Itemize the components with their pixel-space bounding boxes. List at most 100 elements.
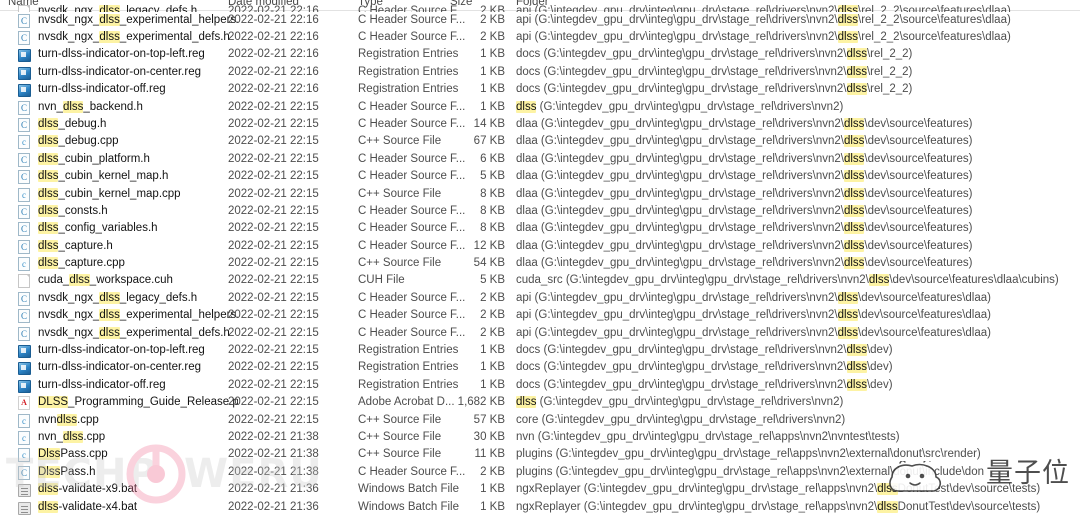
search-match-highlight: dlss (837, 4, 859, 12)
file-folder-path: api (G:\integdev_gpu_drv\integ\gpu_drv\s… (516, 13, 1011, 26)
file-name[interactable]: turn-dlss-indicator-off.reg (38, 377, 166, 394)
file-row[interactable]: Cnvn_dlss_backend.h 2022-02-21 22:15 C Hea… (0, 99, 1080, 116)
file-row[interactable]: c nvn_dlss.cpp 2022-02-21 21:38 C++ Source … (0, 429, 1080, 446)
file-name[interactable]: DlssPass.h (38, 464, 96, 481)
file-icon-cell (18, 499, 34, 516)
file-name[interactable]: nvsdk_ngx_dlss_experimental_helpers.h (38, 12, 238, 29)
file-name[interactable]: nvsdk_ngx_dlss_experimental_defs.h (38, 29, 230, 46)
file-row[interactable]: c DlssPass.cpp 2022-02-21 21:38 C++ Source … (0, 446, 1080, 463)
file-name[interactable]: turn-dlss-indicator-on-top-left.reg (38, 342, 205, 359)
file-name[interactable]: dlss_capture.h (38, 238, 113, 255)
file-row[interactable]: c dlss_debug.cpp 2022-02-21 22:15 C++ Sourc… (0, 133, 1080, 150)
file-name[interactable]: nvsdk_ngx_dlss_experimental_defs.h (38, 325, 230, 342)
search-match-highlight: dlss (877, 500, 898, 513)
file-icon-cell: C (18, 116, 34, 133)
file-row[interactable]: turn-dlss-indicator-on-top-left.reg 2022-… (0, 46, 1080, 63)
search-match-highlight: dlss (38, 117, 59, 130)
search-match-highlight: dlss (99, 13, 120, 26)
file-row[interactable]: A DLSS_Programming_Guide_Release.pdf 2022-… (0, 394, 1080, 411)
file-folder-path: ngxReplayer (G:\integdev_gpu_drv\integ\g… (516, 500, 1041, 513)
file-name[interactable]: turn-dlss-indicator-on-center.reg (38, 359, 201, 376)
file-row[interactable]: c dlss_capture.cpp 2022-02-21 22:15 C++ Sou… (0, 255, 1080, 272)
file-name[interactable]: dlss_debug.cpp (38, 133, 119, 150)
file-name[interactable]: dlss_config_variables.h (38, 220, 158, 237)
file-name[interactable]: nvsdk_ngx_dlss_experimental_helpers.h (38, 307, 238, 324)
file-row[interactable]: Cnvsdk_ngx_dlss_experimental_helpers.h 20… (0, 307, 1080, 324)
file-row[interactable]: turn-dlss-indicator-off.reg 2022-02-21 22… (0, 377, 1080, 394)
file-folder-path: dlaa (G:\integdev_gpu_drv\integ\gpu_drv\… (516, 187, 973, 200)
file-row[interactable]: nvsdk_ngx_dlss_legacy_defs.h 2022-02-21 2… (0, 3, 1080, 12)
file-name[interactable]: DLSS_Programming_Guide_Release.pdf (38, 394, 238, 411)
file-type: C++ Source File (358, 448, 442, 461)
c-header-icon: C (18, 222, 30, 237)
search-match-highlight: dlss (877, 483, 898, 496)
search-match-highlight: dlss (38, 204, 59, 217)
file-date-modified: 2022-02-21 21:38 (228, 430, 319, 443)
c-header-icon: C (18, 465, 30, 480)
file-size: 30 KB (473, 430, 505, 443)
file-name[interactable]: dlss_capture.cpp (38, 255, 125, 272)
file-size: 14 KB (473, 117, 505, 130)
file-name[interactable]: dlss_consts.h (38, 203, 108, 220)
file-name[interactable]: dlss_debug.h (38, 116, 106, 133)
file-row[interactable]: Cdlss_debug.h 2022-02-21 22:15 C Header So… (0, 116, 1080, 133)
file-name[interactable]: cuda_dlss_workspace.cuh (38, 272, 173, 289)
file-row[interactable]: dlss-validate-x4.bat 2022-02-21 21:36 Wind… (0, 499, 1080, 516)
file-name[interactable]: dlss-validate-x4.bat (38, 499, 137, 516)
file-row[interactable]: C DlssPass.h 2022-02-21 21:38 C Header Sour… (0, 464, 1080, 481)
file-date-modified: 2022-02-21 22:15 (228, 222, 319, 235)
file-name[interactable]: dlss-validate-x9.bat (38, 481, 137, 498)
file-row[interactable]: Cdlss_cubin_platform.h 2022-02-21 22:15 C … (0, 151, 1080, 168)
file-row[interactable]: turn-dlss-indicator-on-top-left.reg 2022-… (0, 342, 1080, 359)
file-row[interactable]: Cnvsdk_ngx_dlss_legacy_defs.h 2022-02-21 … (0, 290, 1080, 307)
file-size: 8 KB (480, 222, 505, 235)
file-row[interactable]: Cnvsdk_ngx_dlss_experimental_defs.h 2022-… (0, 29, 1080, 46)
file-row[interactable]: Cdlss_capture.h 2022-02-21 22:15 C Header … (0, 238, 1080, 255)
search-match-highlight: dlss (99, 309, 120, 322)
file-folder-path: api (G:\integdev_gpu_drv\integ\gpu_drv\s… (516, 31, 1011, 43)
file-row[interactable]: Cdlss_cubin_kernel_map.h 2022-02-21 22:15… (0, 168, 1080, 185)
file-row[interactable]: Cdlss_config_variables.h 2022-02-21 22:15… (0, 220, 1080, 237)
file-row[interactable]: c nvndlss.cpp 2022-02-21 22:15 C++ Source F… (0, 412, 1080, 429)
file-name[interactable]: DlssPass.cpp (38, 446, 108, 463)
file-row[interactable]: turn-dlss-indicator-off.reg 2022-02-21 22… (0, 81, 1080, 98)
search-match-highlight: dlss (846, 378, 867, 391)
search-match-highlight: dlss (38, 135, 59, 148)
file-name[interactable]: nvsdk_ngx_dlss_legacy_defs.h (38, 290, 197, 307)
search-match-highlight: dlss (62, 100, 84, 113)
search-match-highlight: Dlss (38, 465, 61, 478)
file-size: 2 KB (480, 326, 505, 339)
file-row[interactable]: dlss-validate-x9.bat 2022-02-21 21:36 Wind… (0, 481, 1080, 498)
file-folder-path: plugins (G:\integdev_gpu_drv\integ\gpu_d… (516, 448, 981, 461)
file-name[interactable]: dlss_cubin_platform.h (38, 151, 150, 168)
file-name[interactable]: dlss_cubin_kernel_map.h (38, 168, 168, 185)
file-row[interactable]: c dlss_cubin_kernel_map.cpp 2022-02-21 22:… (0, 186, 1080, 203)
file-name[interactable]: nvn_dlss_backend.h (38, 99, 143, 116)
file-folder-path: dlaa (G:\integdev_gpu_drv\integ\gpu_drv\… (516, 170, 973, 183)
search-match-highlight: dlss (843, 187, 865, 200)
c-header-icon: C (18, 291, 30, 306)
file-name[interactable]: turn-dlss-indicator-off.reg (38, 81, 166, 98)
file-icon-cell (18, 64, 34, 81)
c-header-icon: C (18, 117, 30, 132)
file-date-modified: 2022-02-21 22:15 (228, 326, 319, 339)
file-row[interactable]: turn-dlss-indicator-on-center.reg 2022-02… (0, 359, 1080, 376)
file-name[interactable]: turn-dlss-indicator-on-top-left.reg (38, 46, 205, 63)
file-name[interactable]: nvndlss.cpp (38, 412, 99, 429)
search-match-highlight: dlss (837, 309, 859, 322)
search-match-highlight: dlss (843, 135, 865, 148)
file-name[interactable]: nvn_dlss.cpp (38, 429, 105, 446)
search-match-highlight: dlss (38, 170, 59, 183)
plain-file-icon (18, 4, 30, 12)
search-match-highlight: dlss (843, 239, 865, 252)
file-row[interactable]: Cdlss_consts.h 2022-02-21 22:15 C Header S… (0, 203, 1080, 220)
file-row[interactable]: Cnvsdk_ngx_dlss_experimental_defs.h 2022-… (0, 325, 1080, 342)
file-name[interactable]: turn-dlss-indicator-on-center.reg (38, 64, 201, 81)
file-name[interactable]: nvsdk_ngx_dlss_legacy_defs.h (38, 3, 197, 12)
file-size: 1,682 KB (457, 396, 505, 409)
file-row[interactable]: Cnvsdk_ngx_dlss_experimental_helpers.h 20… (0, 12, 1080, 29)
file-name[interactable]: dlss_cubin_kernel_map.cpp (38, 186, 181, 203)
search-match-highlight: dlss (846, 344, 867, 357)
file-row[interactable]: turn-dlss-indicator-on-center.reg 2022-02… (0, 64, 1080, 81)
file-row[interactable]: cuda_dlss_workspace.cuh 2022-02-21 22:15 C… (0, 272, 1080, 289)
